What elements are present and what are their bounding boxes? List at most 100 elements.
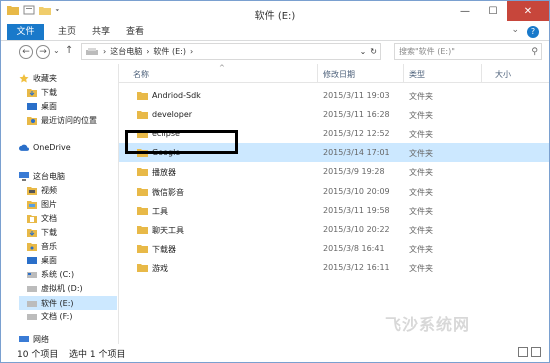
sidebar-item-desktop-fav[interactable]: 桌面 bbox=[27, 101, 57, 112]
table-row[interactable]: 微信影音 2015/3/10 20:09 文件夹 bbox=[119, 182, 549, 201]
explorer-window: 软件 (E:) — ☐ ✕ 文件 主页 共享 查看 ⌄ ? ← → ⌄ ↑ › … bbox=[0, 0, 550, 363]
file-date: 2015/3/11 19:58 bbox=[323, 205, 390, 215]
address-bar[interactable]: › 这台电脑 › 软件 (E:) › ⌄ ↻ bbox=[81, 43, 381, 60]
drive-icon bbox=[27, 272, 37, 278]
file-type: 文件夹 bbox=[409, 111, 433, 121]
star-icon bbox=[19, 74, 29, 83]
file-name: 下载器 bbox=[152, 244, 176, 254]
sidebar-item-documents[interactable]: 文档 bbox=[27, 213, 57, 224]
file-type: 文件夹 bbox=[409, 206, 433, 216]
file-type: 文件夹 bbox=[409, 263, 433, 273]
breadcrumb-sep[interactable]: › bbox=[103, 47, 106, 56]
expand-ribbon-icon[interactable]: ⌄ bbox=[511, 25, 519, 35]
sidebar-item-recent[interactable]: 最近访问的位置 bbox=[27, 115, 97, 126]
network-icon bbox=[19, 336, 29, 342]
column-name[interactable]: 名称 bbox=[133, 69, 149, 80]
table-row[interactable]: developer 2015/3/11 16:28 文件夹 bbox=[119, 105, 549, 124]
annotation-box bbox=[125, 130, 238, 154]
sidebar-item-drive-c[interactable]: 系统 (C:) bbox=[27, 269, 74, 280]
download-folder-icon bbox=[27, 229, 37, 237]
breadcrumb-drive-e[interactable]: 软件 (E:) bbox=[153, 46, 186, 57]
folder-icon bbox=[137, 92, 148, 100]
file-date: 2015/3/8 16:41 bbox=[323, 243, 385, 253]
sidebar-item-desktop[interactable]: 桌面 bbox=[27, 255, 57, 266]
table-row[interactable]: 下载器 2015/3/8 16:41 文件夹 bbox=[119, 239, 549, 258]
folder-icon bbox=[137, 168, 148, 177]
details-view-button[interactable] bbox=[518, 347, 528, 357]
sidebar-item-downloads-fav[interactable]: 下载 bbox=[27, 87, 57, 98]
window-controls: — ☐ ✕ bbox=[451, 1, 549, 21]
table-row[interactable]: 播放器 2015/3/9 19:28 文件夹 bbox=[119, 162, 549, 181]
sidebar-item-music[interactable]: 音乐 bbox=[27, 241, 57, 252]
computer-icon bbox=[19, 172, 29, 181]
file-type: 文件夹 bbox=[409, 149, 433, 159]
watermark: 飞沙系统网 bbox=[385, 315, 471, 334]
file-name: 工具 bbox=[152, 206, 168, 216]
close-button[interactable]: ✕ bbox=[507, 1, 549, 21]
recent-places-icon bbox=[27, 117, 37, 125]
breadcrumb-sep[interactable]: › bbox=[190, 47, 193, 56]
tab-view[interactable]: 查看 bbox=[122, 24, 148, 40]
sidebar-item-drive-d[interactable]: 虚拟机 (D:) bbox=[27, 283, 83, 294]
file-name: 播放器 bbox=[152, 168, 176, 178]
file-date: 2015/3/10 20:09 bbox=[323, 186, 390, 196]
column-divider[interactable] bbox=[403, 64, 404, 82]
picture-folder-icon bbox=[27, 201, 37, 209]
sidebar-item-videos[interactable]: 视频 bbox=[27, 185, 57, 196]
file-type: 文件夹 bbox=[409, 168, 433, 178]
address-dropdown-icon[interactable]: ⌄ bbox=[360, 47, 367, 56]
column-size[interactable]: 大小 bbox=[495, 69, 511, 80]
sidebar-this-pc[interactable]: 这台电脑 bbox=[19, 171, 65, 182]
sidebar-item-drive-e[interactable]: 软件 (E:) bbox=[19, 296, 117, 310]
minimize-button[interactable]: — bbox=[451, 1, 479, 21]
sidebar-onedrive[interactable]: OneDrive bbox=[19, 143, 71, 152]
download-folder-icon bbox=[27, 89, 37, 97]
back-button[interactable]: ← bbox=[19, 45, 33, 59]
file-list: ^ 名称 修改日期 类型 大小 Andriod-Sdk 2015/3/11 19:… bbox=[119, 64, 549, 344]
search-input[interactable]: 搜索"软件 (E:)" ⚲ bbox=[394, 43, 542, 60]
document-folder-icon bbox=[27, 215, 37, 223]
column-divider[interactable] bbox=[317, 64, 318, 82]
sidebar-item-drive-f[interactable]: 文档 (F:) bbox=[27, 311, 72, 322]
cloud-icon bbox=[19, 144, 29, 151]
sidebar-item-pictures[interactable]: 图片 bbox=[27, 199, 57, 210]
file-name: 微信影音 bbox=[152, 187, 184, 197]
ribbon-tabs: 文件 主页 共享 查看 ⌄ ? bbox=[1, 24, 549, 41]
sort-ascending-icon: ^ bbox=[219, 64, 225, 72]
navigation-pane: 收藏夹 下载 桌面 最近访问的位置 OneDrive 这台电脑 视频 图片 文档… bbox=[1, 64, 119, 344]
folder-icon bbox=[137, 225, 148, 234]
file-date: 2015/3/10 20:22 bbox=[323, 224, 390, 234]
file-name: 游戏 bbox=[152, 263, 168, 273]
sidebar-favorites[interactable]: 收藏夹 bbox=[19, 73, 57, 84]
tab-share[interactable]: 共享 bbox=[88, 24, 114, 40]
maximize-button[interactable]: ☐ bbox=[479, 1, 507, 21]
breadcrumb-this-pc[interactable]: 这台电脑 bbox=[110, 46, 142, 57]
folder-icon bbox=[137, 187, 148, 196]
file-date: 2015/3/12 16:11 bbox=[323, 262, 390, 272]
column-divider[interactable] bbox=[481, 64, 482, 82]
file-type: 文件夹 bbox=[409, 244, 433, 254]
music-folder-icon bbox=[27, 243, 37, 251]
drive-icon bbox=[27, 300, 37, 307]
sidebar-item-downloads[interactable]: 下载 bbox=[27, 227, 57, 238]
table-row[interactable]: 游戏 2015/3/12 16:11 文件夹 bbox=[119, 258, 549, 277]
column-date[interactable]: 修改日期 bbox=[323, 69, 355, 80]
folder-icon bbox=[137, 263, 148, 272]
forward-button[interactable]: → bbox=[36, 45, 50, 59]
recent-locations-icon[interactable]: ⌄ bbox=[53, 46, 60, 55]
column-headers: ^ 名称 修改日期 类型 大小 bbox=[119, 64, 549, 83]
drive-icon bbox=[27, 314, 37, 320]
folder-icon bbox=[137, 244, 148, 253]
tab-home[interactable]: 主页 bbox=[54, 24, 80, 40]
large-icons-view-button[interactable] bbox=[531, 347, 541, 357]
refresh-icon[interactable]: ↻ bbox=[370, 47, 377, 56]
up-button[interactable]: ↑ bbox=[65, 45, 73, 56]
tab-file[interactable]: 文件 bbox=[7, 24, 44, 40]
breadcrumb-sep[interactable]: › bbox=[146, 47, 149, 56]
table-row[interactable]: 工具 2015/3/11 19:58 文件夹 bbox=[119, 201, 549, 220]
help-icon[interactable]: ? bbox=[527, 26, 539, 38]
table-row[interactable]: 聊天工具 2015/3/10 20:22 文件夹 bbox=[119, 220, 549, 239]
table-row[interactable]: Andriod-Sdk 2015/3/11 19:03 文件夹 bbox=[119, 86, 549, 105]
file-type: 文件夹 bbox=[409, 225, 433, 235]
column-type[interactable]: 类型 bbox=[409, 69, 425, 80]
